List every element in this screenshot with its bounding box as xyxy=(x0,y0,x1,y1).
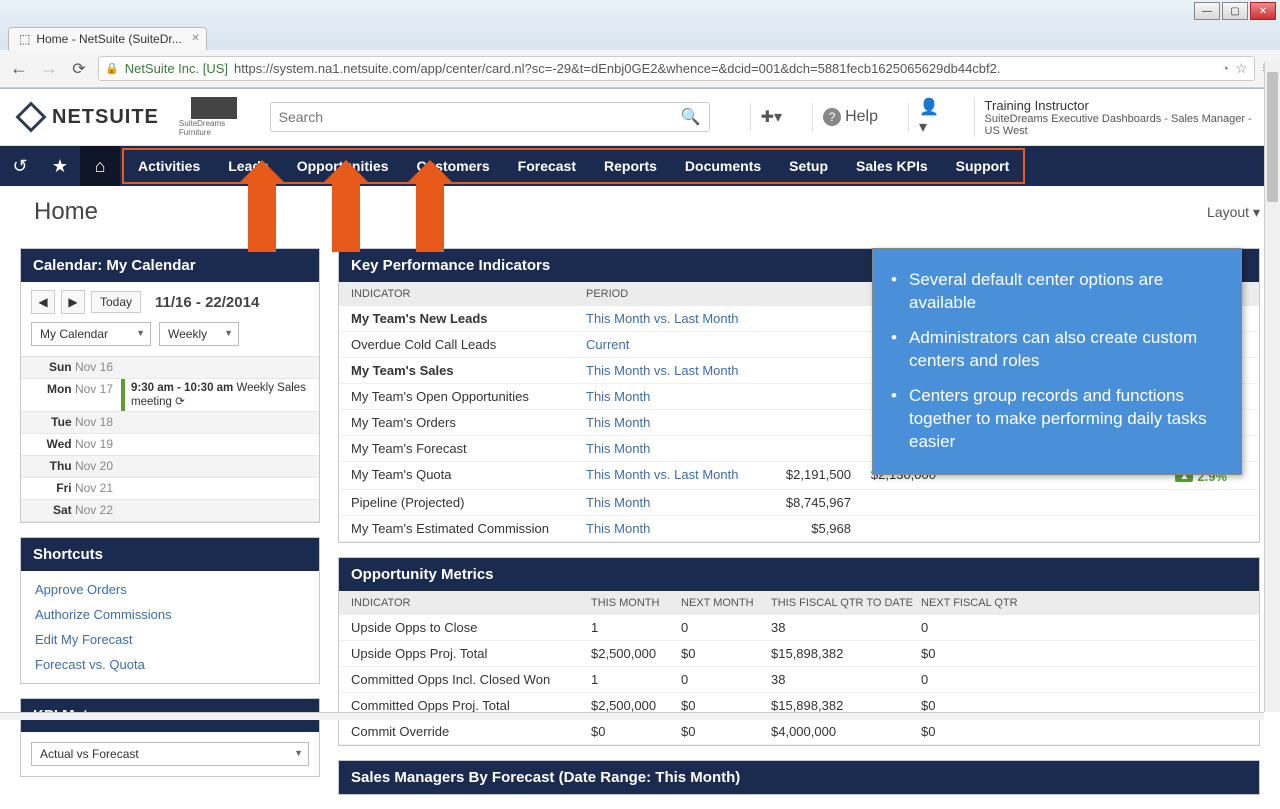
calendar-prev-button[interactable]: ◀ xyxy=(31,290,55,314)
back-button[interactable]: ← xyxy=(8,58,30,80)
nav-setup[interactable]: Setup xyxy=(775,158,842,174)
kpi-col-period: Period xyxy=(586,288,766,300)
url-path: https://system.na1.netsuite.com/app/cent… xyxy=(234,61,1000,76)
calendar-portlet: Calendar: My Calendar ◀ ▶ Today 11/16 - … xyxy=(20,248,320,523)
calendar-day[interactable]: Tue Nov 18 xyxy=(21,412,319,434)
favorites-icon[interactable]: ★ xyxy=(40,146,80,186)
calendar-day[interactable]: Fri Nov 21 xyxy=(21,478,319,500)
nav-documents[interactable]: Documents xyxy=(671,158,775,174)
logo-text: NETSUITE xyxy=(52,106,159,129)
user-avatar-button[interactable]: 👤▾ xyxy=(908,103,954,131)
calendar-header: Calendar: My Calendar xyxy=(21,249,319,282)
lock-icon: 🔒 xyxy=(105,62,119,75)
main-nav-highlight: ActivitiesLeadsOpportunitiesCustomersFor… xyxy=(122,148,1025,184)
help-icon: ? xyxy=(823,108,841,126)
nav-support[interactable]: Support xyxy=(942,158,1024,174)
opp-row[interactable]: Upside Opps Proj. Total$2,500,000$0$15,8… xyxy=(339,641,1259,667)
vertical-scrollbar[interactable] xyxy=(1264,62,1280,712)
global-search[interactable]: 🔍 xyxy=(270,102,710,132)
opp-row[interactable]: Commit Override$0$0$4,000,000$0 xyxy=(339,719,1259,745)
address-bar[interactable]: 🔒 NetSuite Inc. [US] https://system.na1.… xyxy=(98,56,1255,81)
bookmark-star-icon[interactable]: ☆ xyxy=(1235,60,1248,77)
shortcuts-header: Shortcuts xyxy=(21,538,319,571)
nav-customers[interactable]: Customers xyxy=(403,158,504,174)
nav-opportunities[interactable]: Opportunities xyxy=(283,158,403,174)
tab-title: Home - NetSuite (SuiteDr... xyxy=(36,32,181,46)
horizontal-scrollbar[interactable] xyxy=(0,712,1264,720)
shortcut-link[interactable]: Edit My Forecast xyxy=(21,627,319,652)
kpi-meter-select[interactable]: Actual vs Forecast xyxy=(31,742,309,766)
kpi-col-indicator: Indicator xyxy=(351,288,586,300)
calendar-day[interactable]: Thu Nov 20 xyxy=(21,456,319,478)
shortcut-link[interactable]: Forecast vs. Quota xyxy=(21,652,319,677)
shortcut-link[interactable]: Approve Orders xyxy=(21,577,319,602)
nav-activities[interactable]: Activities xyxy=(124,158,214,174)
nav-leads[interactable]: Leads xyxy=(214,158,282,174)
create-new-button[interactable]: ✚▾ xyxy=(750,103,792,131)
forecast-portlet: Sales Managers By Forecast (Date Range: … xyxy=(338,760,1260,795)
search-input[interactable] xyxy=(279,109,681,125)
window-maximize-button[interactable]: ▢ xyxy=(1222,2,1248,20)
reload-button[interactable]: ⟳ xyxy=(68,58,90,80)
calendar-day[interactable]: Mon Nov 179:30 am - 10:30 am Weekly Sale… xyxy=(21,379,319,412)
shortcut-link[interactable]: Authorize Commissions xyxy=(21,602,319,627)
company-logo: SuiteDreams Furniture xyxy=(179,97,250,137)
kpi-meter-portlet: KPI Meter Actual vs Forecast xyxy=(20,698,320,777)
calendar-range: 11/16 - 22/2014 xyxy=(155,294,259,311)
close-icon[interactable]: ✕ xyxy=(191,33,199,44)
url-domain: NetSuite Inc. [US] xyxy=(125,61,228,76)
browser-tab[interactable]: ⬚ Home - NetSuite (SuiteDr... ✕ xyxy=(8,27,207,50)
calendar-event[interactable]: 9:30 am - 10:30 am Weekly Sales meeting … xyxy=(121,379,319,411)
user-icon: 👤▾ xyxy=(919,97,944,137)
forecast-header: Sales Managers By Forecast (Date Range: … xyxy=(339,761,1259,794)
kpi-row[interactable]: Pipeline (Projected)This Month$8,745,967 xyxy=(339,490,1259,516)
calendar-view-select[interactable]: Weekly xyxy=(159,322,239,346)
opp-row[interactable]: Committed Opps Incl. Closed Won10380 xyxy=(339,667,1259,693)
search-icon[interactable]: 🔍 xyxy=(681,107,701,127)
today-button[interactable]: Today xyxy=(91,291,141,313)
tab-favicon: ⬚ xyxy=(19,32,30,46)
kpi-row[interactable]: My Team's Estimated CommissionThis Month… xyxy=(339,516,1259,542)
calendar-day[interactable]: Sun Nov 16 xyxy=(21,357,319,379)
nav-sales-kpis[interactable]: Sales KPIs xyxy=(842,158,942,174)
netsuite-logo[interactable]: NETSUITE xyxy=(20,106,159,129)
ssl-icon: ◔ xyxy=(1221,61,1229,76)
opp-row[interactable]: Upside Opps to Close10380 xyxy=(339,615,1259,641)
calendar-day[interactable]: Wed Nov 19 xyxy=(21,434,319,456)
window-close-button[interactable]: ✕ xyxy=(1250,2,1276,20)
user-info: Training Instructor SuiteDreams Executiv… xyxy=(974,98,1260,137)
page-title: Home xyxy=(34,198,98,226)
calendar-select[interactable]: My Calendar xyxy=(31,322,151,346)
shortcuts-portlet: Shortcuts Approve OrdersAuthorize Commis… xyxy=(20,537,320,684)
info-callout: Several default center options are avail… xyxy=(872,248,1242,475)
layout-button[interactable]: Layout ▾ xyxy=(1207,204,1260,221)
opp-header: Opportunity Metrics xyxy=(339,558,1259,591)
window-minimize-button[interactable]: — xyxy=(1194,2,1220,20)
forward-button[interactable]: → xyxy=(38,58,60,80)
nav-reports[interactable]: Reports xyxy=(590,158,671,174)
history-icon[interactable]: ↺ xyxy=(0,146,40,186)
nav-forecast[interactable]: Forecast xyxy=(504,158,590,174)
home-icon[interactable]: ⌂ xyxy=(80,146,120,186)
help-button[interactable]: ? Help xyxy=(812,103,888,131)
logo-icon xyxy=(15,101,46,132)
calendar-day[interactable]: Sat Nov 22 xyxy=(21,500,319,522)
calendar-next-button[interactable]: ▶ xyxy=(61,290,85,314)
